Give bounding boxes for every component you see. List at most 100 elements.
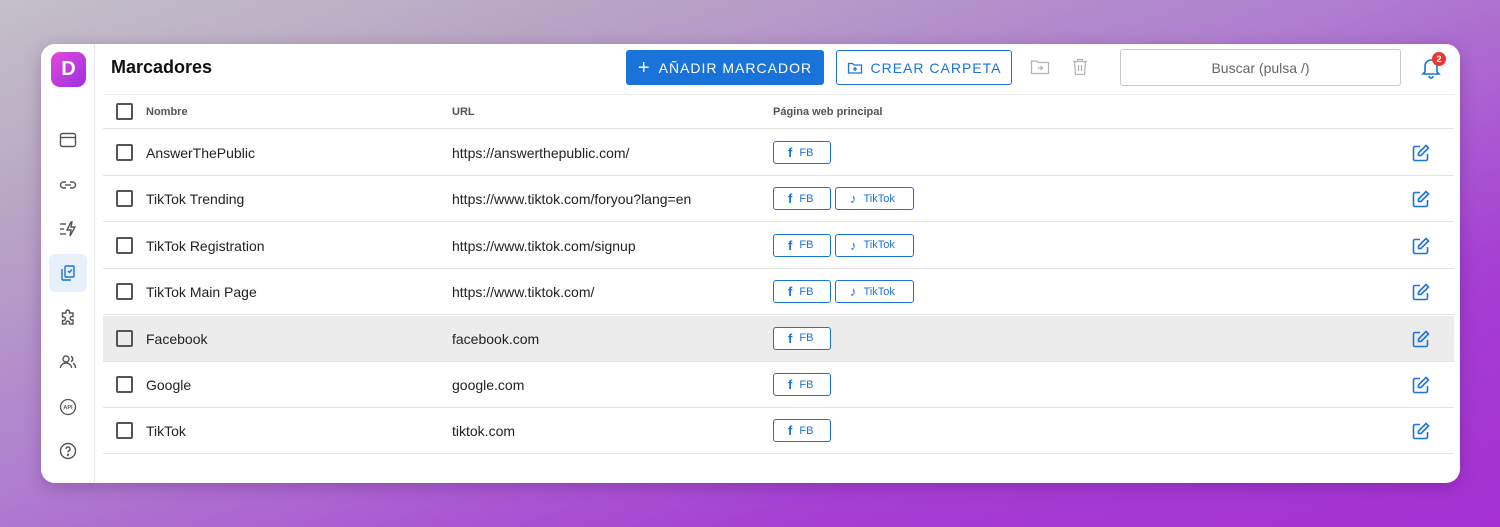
tag-label: FB: [799, 285, 814, 298]
tag-facebook[interactable]: f FB: [773, 373, 831, 396]
tag-label: FB: [799, 332, 814, 345]
bookmark-name: Google: [146, 377, 192, 393]
row-checkbox[interactable]: [116, 376, 133, 393]
homepage-tags: f FB: [773, 373, 831, 396]
plus-icon: +: [637, 56, 651, 79]
facebook-icon: f: [788, 423, 793, 439]
bookmark-url: tiktok.com: [452, 423, 516, 440]
sidebar-item-extensions[interactable]: [49, 299, 87, 337]
tag-tiktok[interactable]: ♪ TikTok: [835, 233, 914, 257]
table-row[interactable]: Google google.com f FB: [103, 362, 1454, 408]
bookmarks-icon: [61, 265, 75, 281]
column-header-url: URL: [452, 106, 475, 118]
bookmark-url: https://www.tiktok.com/foryou?lang=en: [452, 191, 692, 208]
extension-icon: [61, 309, 74, 325]
tag-facebook[interactable]: f FB: [773, 419, 831, 443]
facebook-icon: f: [788, 330, 793, 346]
users-icon: [59, 355, 77, 369]
table-row[interactable]: TikTok Trending https://www.tiktok.com/fo…: [103, 176, 1454, 223]
tag-facebook[interactable]: f FB: [773, 280, 831, 304]
homepage-tags: f FB: [773, 141, 831, 164]
delete-button[interactable]: [1069, 56, 1091, 78]
tag-tiktok[interactable]: ♪ TikTok: [835, 187, 914, 211]
sidebar-item-links[interactable]: [49, 166, 87, 204]
homepage-tags: f FB ♪ TikTok: [773, 280, 914, 304]
bookmark-name: TikTok Registration: [146, 237, 265, 254]
table-header: Nombre URL Página web principal: [103, 95, 1454, 129]
tag-label: FB: [799, 378, 814, 391]
sidebar-item-help[interactable]: [49, 432, 87, 470]
svg-text:API: API: [63, 405, 73, 411]
facebook-icon: f: [788, 145, 793, 160]
notification-badge: 2: [1432, 52, 1446, 66]
edit-button[interactable]: [1411, 143, 1431, 163]
tag-label: FB: [799, 146, 814, 159]
bookmark-url: https://www.tiktok.com/: [452, 284, 595, 301]
row-checkbox[interactable]: [116, 190, 133, 208]
search-input[interactable]: [1120, 49, 1401, 86]
column-header-name: Nombre: [146, 106, 188, 118]
edit-icon: [1412, 190, 1430, 208]
app-window: D API Marcadores + AÑADIR MARCADOR CREAR…: [41, 44, 1460, 483]
tag-label: TikTok: [863, 192, 895, 205]
sidebar-item-browser-profiles[interactable]: [49, 121, 87, 159]
select-all-checkbox[interactable]: [116, 103, 133, 120]
row-checkbox[interactable]: [116, 236, 133, 254]
bookmark-url: https://answerthepublic.com/: [452, 145, 630, 161]
tag-label: TikTok: [863, 285, 895, 298]
edit-button[interactable]: [1411, 189, 1431, 209]
bookmark-name: TikTok Trending: [146, 191, 245, 208]
app-logo[interactable]: D: [51, 52, 86, 87]
edit-button[interactable]: [1411, 282, 1431, 302]
edit-icon: [1412, 283, 1430, 301]
tiktok-icon: ♪: [850, 191, 857, 207]
sidebar-item-bookmarks[interactable]: [49, 254, 87, 292]
link-icon: [59, 181, 77, 189]
facebook-icon: f: [788, 237, 793, 253]
row-checkbox[interactable]: [116, 283, 133, 301]
add-bookmark-button[interactable]: + AÑADIR MARCADOR: [626, 50, 824, 85]
edit-button[interactable]: [1411, 329, 1431, 349]
edit-button[interactable]: [1411, 236, 1431, 256]
page-title: Marcadores: [111, 57, 213, 77]
tag-facebook[interactable]: f FB: [773, 187, 831, 211]
row-checkbox[interactable]: [116, 329, 133, 347]
facebook-icon: f: [788, 191, 793, 207]
bookmark-name: TikTok Main Page: [146, 284, 257, 301]
tag-tiktok[interactable]: ♪ TikTok: [835, 280, 914, 304]
bookmark-name: AnswerThePublic: [146, 145, 255, 161]
edit-button[interactable]: [1411, 421, 1431, 441]
table-row[interactable]: Facebook facebook.com f FB: [103, 315, 1454, 362]
tag-label: TikTok: [863, 239, 895, 252]
bookmark-url: https://www.tiktok.com/signup: [452, 237, 636, 254]
create-folder-button[interactable]: CREAR CARPETA: [836, 50, 1012, 85]
create-folder-label: CREAR CARPETA: [870, 59, 1002, 76]
tag-facebook[interactable]: f FB: [773, 141, 831, 164]
table-row[interactable]: TikTok Main Page https://www.tiktok.com/f…: [103, 269, 1454, 316]
table-row[interactable]: TikTok Registration https://www.tiktok.co…: [103, 223, 1454, 269]
facebook-icon: f: [788, 284, 793, 300]
edit-button[interactable]: [1411, 375, 1431, 395]
help-icon: [59, 442, 77, 460]
move-to-folder-button[interactable]: [1029, 56, 1051, 78]
column-header-homepage: Página web principal: [773, 106, 883, 118]
browser-window-icon: [59, 132, 77, 148]
tag-facebook[interactable]: f FB: [773, 326, 831, 350]
homepage-tags: f FB ♪ TikTok: [773, 233, 914, 257]
row-checkbox[interactable]: [116, 144, 133, 161]
automation-icon: [60, 221, 77, 237]
sidebar-item-automation[interactable]: [49, 210, 87, 248]
table-row[interactable]: AnswerThePublic https://answerthepublic.c…: [103, 130, 1454, 176]
sidebar-item-api[interactable]: API: [49, 388, 87, 426]
tag-facebook[interactable]: f FB: [773, 233, 831, 257]
facebook-icon: f: [788, 377, 793, 392]
bookmarks-table: Nombre URL Página web principal AnswerTh…: [103, 94, 1454, 483]
tiktok-icon: ♪: [850, 284, 857, 300]
tag-label: FB: [799, 424, 814, 437]
sidebar-item-team[interactable]: [49, 343, 87, 381]
table-row[interactable]: TikTok tiktok.com f FB: [103, 408, 1454, 455]
edit-icon: [1412, 422, 1430, 440]
tiktok-icon: ♪: [850, 237, 857, 253]
sidebar: D API: [41, 44, 95, 483]
row-checkbox[interactable]: [116, 422, 133, 440]
